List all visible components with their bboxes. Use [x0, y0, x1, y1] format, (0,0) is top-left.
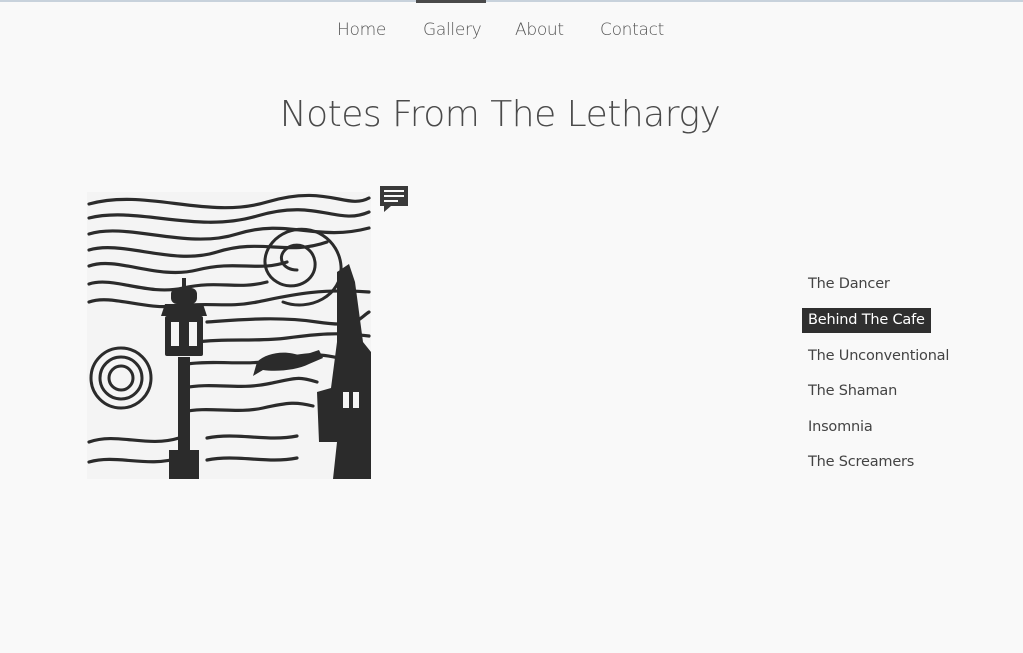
- gallery-item-the-unconventional[interactable]: The Unconventional: [802, 344, 955, 369]
- gallery-item-the-dancer[interactable]: The Dancer: [802, 272, 896, 297]
- artwork-image[interactable]: [87, 192, 371, 479]
- nav-home[interactable]: Home: [337, 20, 386, 40]
- gallery-item-the-shaman[interactable]: The Shaman: [802, 379, 903, 404]
- nav-about[interactable]: About: [515, 20, 564, 40]
- main-nav: Home Gallery About Contact: [0, 0, 1023, 60]
- nav-contact[interactable]: Contact: [600, 20, 664, 40]
- gallery-item-the-screamers[interactable]: The Screamers: [802, 450, 920, 475]
- nav-active-indicator: [416, 0, 486, 3]
- comment-bubble-icon: [380, 186, 408, 212]
- page-title: Notes From The Lethargy: [279, 94, 721, 135]
- woodcut-illustration: [87, 192, 371, 479]
- gallery-item-behind-the-cafe[interactable]: Behind The Cafe: [802, 308, 931, 333]
- gallery-item-insomnia[interactable]: Insomnia: [802, 415, 879, 440]
- comment-icon[interactable]: [379, 185, 409, 213]
- nav-gallery[interactable]: Gallery: [423, 20, 482, 40]
